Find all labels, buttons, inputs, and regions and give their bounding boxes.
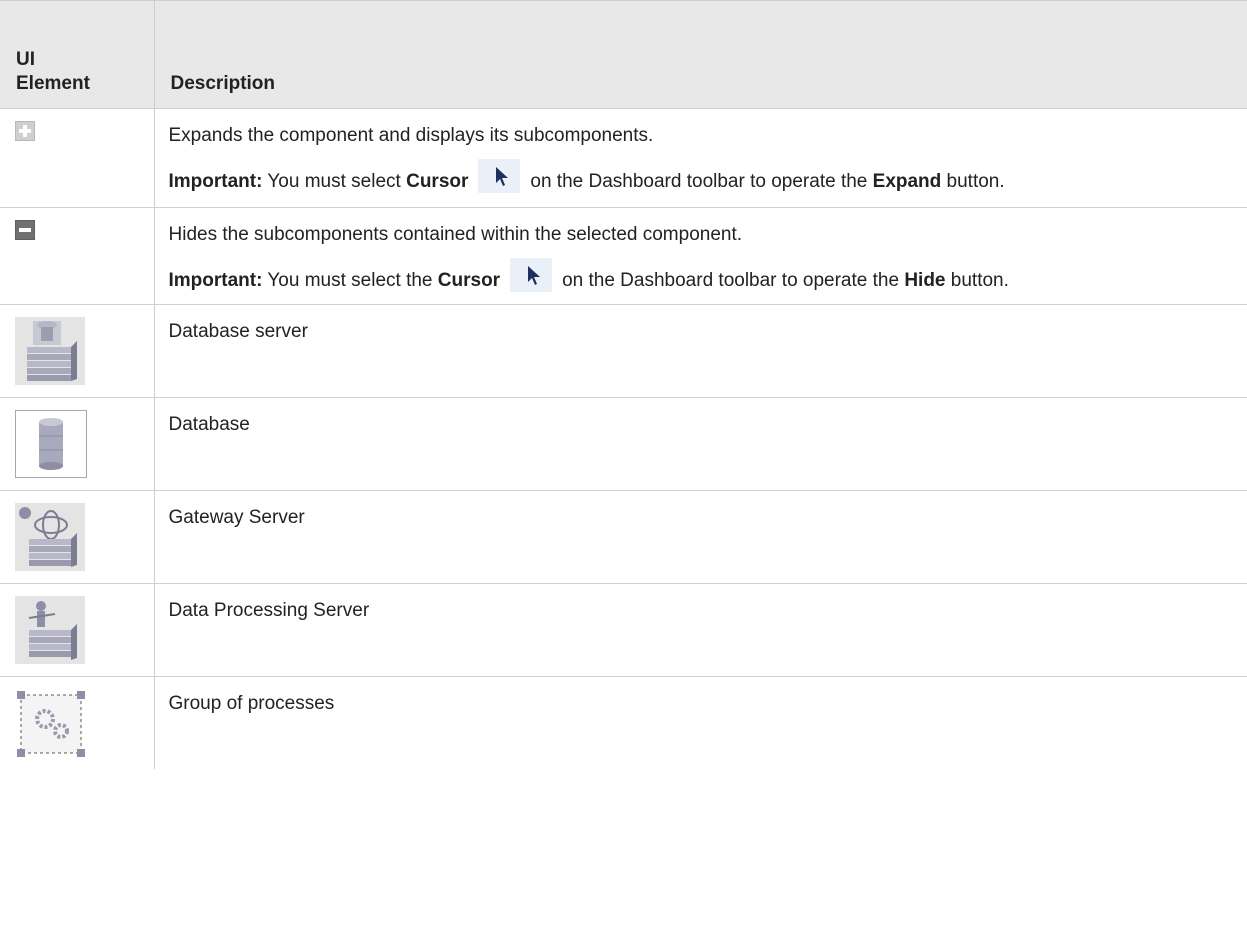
header-description: Description [154,0,1247,109]
row-description: Expands the component and displays its s… [168,125,654,146]
table-row: Expands the component and displays its s… [0,108,1247,208]
cursor-arrow-icon [510,258,553,292]
row-note: Important: You must select the Cursor on … [169,258,1228,294]
row-description: Database server [154,304,1247,398]
cursor-arrow-icon [478,159,521,193]
table-row: Data Processing Server [0,583,1247,677]
table-row: Hides the subcomponents contained within… [0,207,1247,305]
table-row: Database [0,397,1247,491]
row-description: Gateway Server [154,490,1247,584]
ui-element-table: UI Element Description Expands the compon… [0,0,1247,769]
gateway-server-icon [15,503,85,576]
row-note: Important: You must select Cursor on the … [169,159,1228,195]
database-server-icon [15,317,85,390]
table-row: Group of processes [0,676,1247,769]
hide-minus-icon [15,220,35,245]
table-row: Gateway Server [0,490,1247,584]
row-description: Hides the subcomponents contained within… [168,224,743,245]
row-description: Group of processes [154,676,1247,769]
table-header-row: UI Element Description [0,0,1247,109]
group-of-processes-icon [15,689,87,764]
database-icon [15,410,87,483]
row-description: Data Processing Server [154,583,1247,677]
expand-plus-icon [15,121,35,146]
table-row: Database server [0,304,1247,398]
data-processing-server-icon [15,596,85,669]
row-description: Database [154,397,1247,491]
header-ui-element: UI Element [0,0,155,109]
